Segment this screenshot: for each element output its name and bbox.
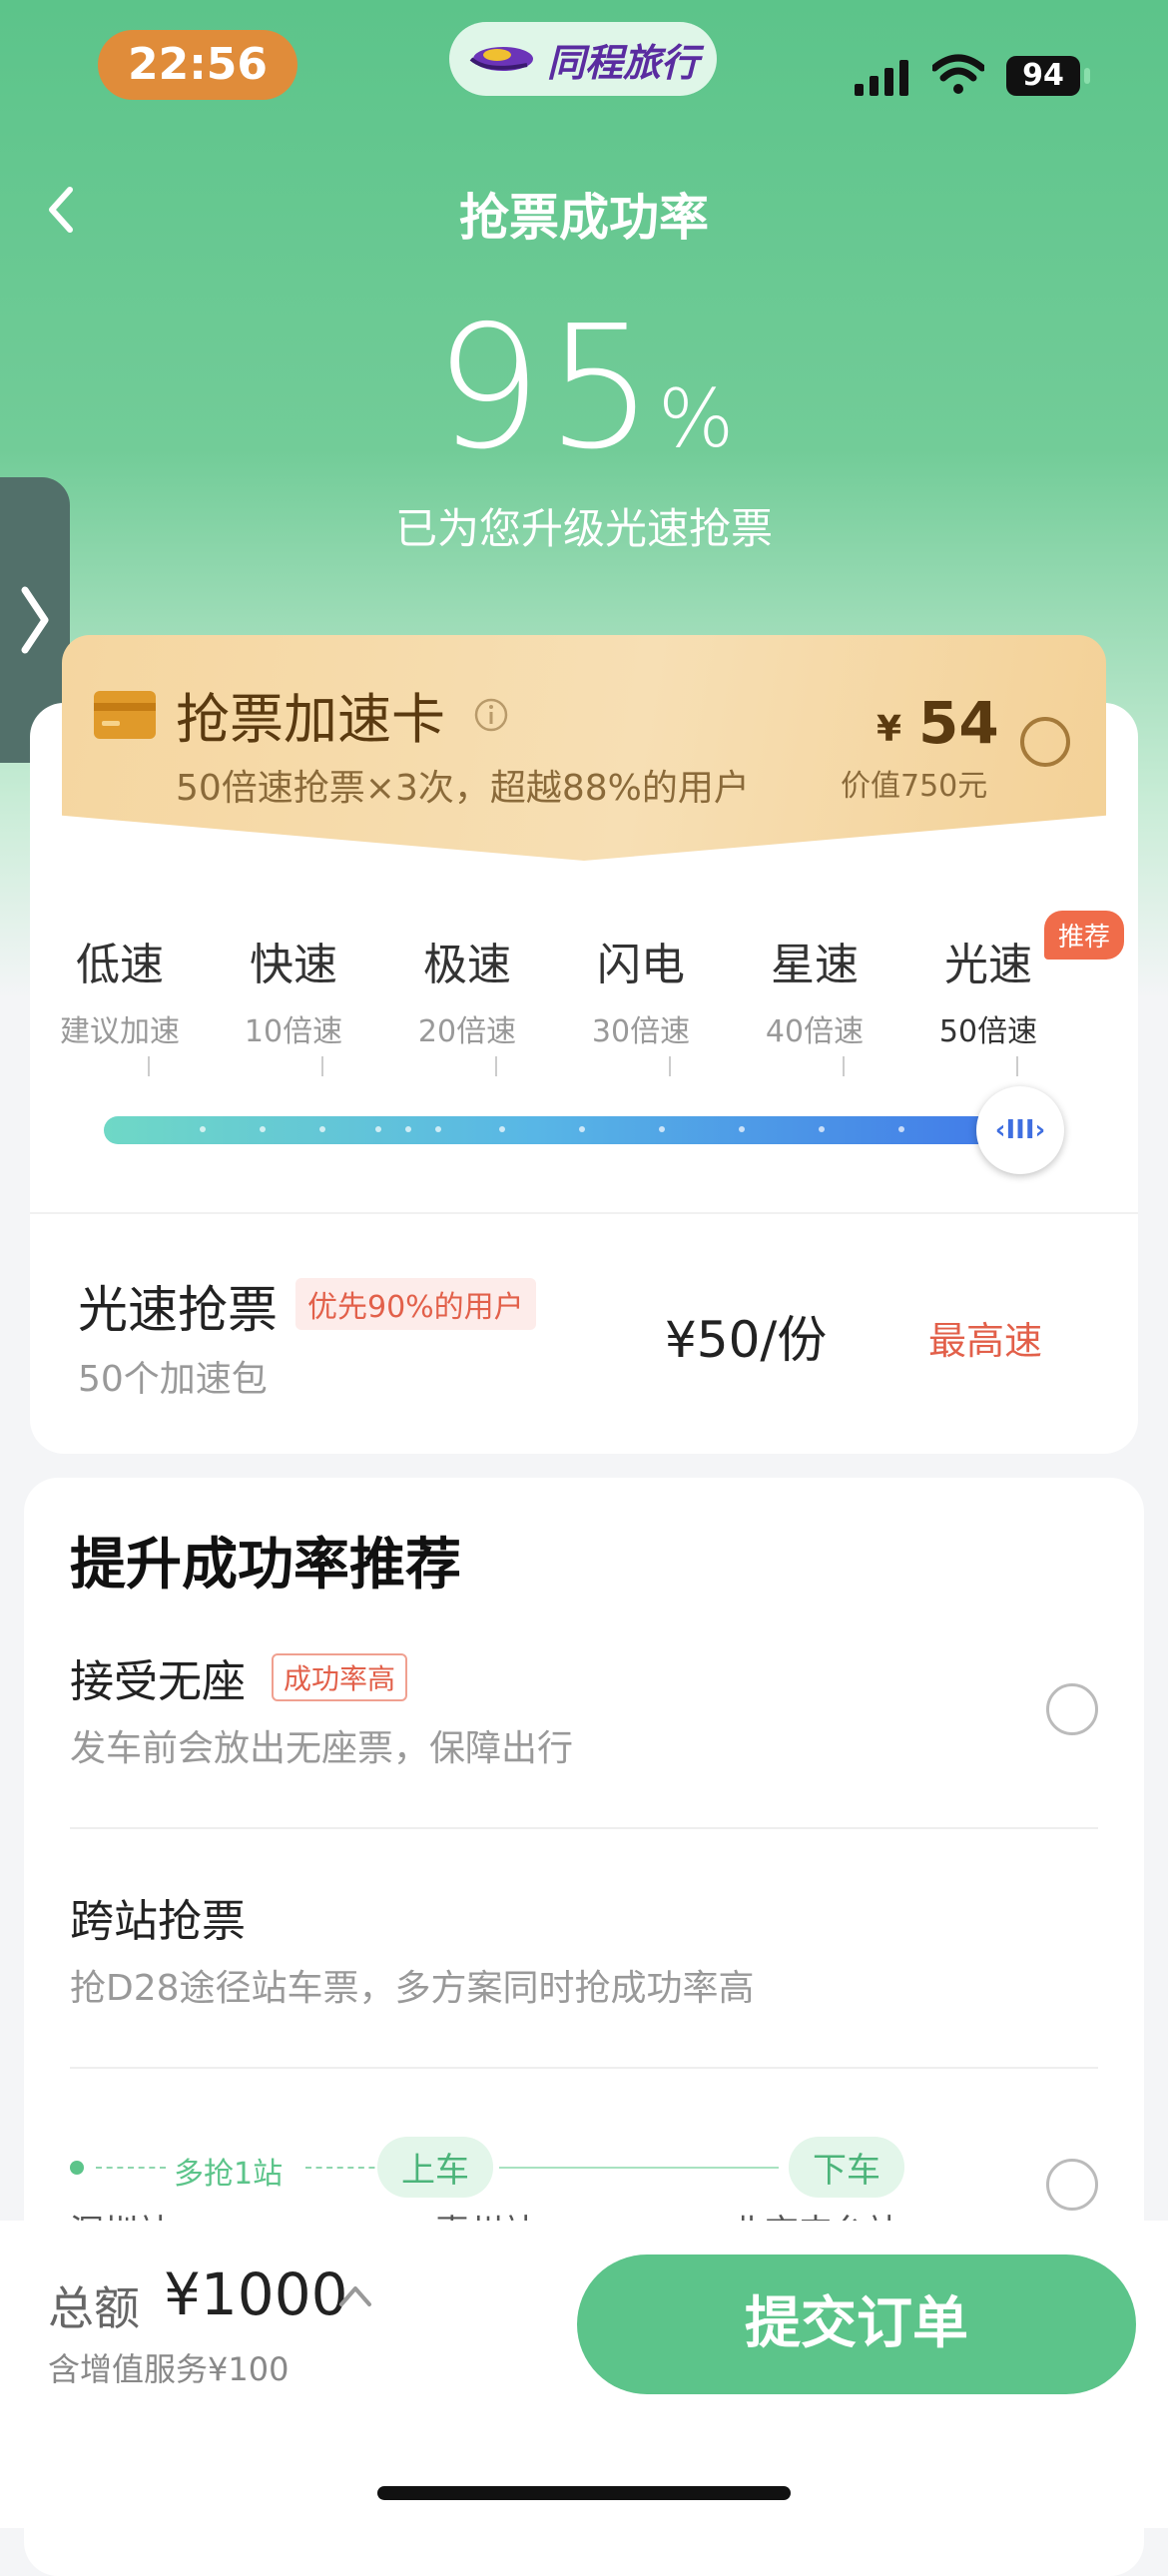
slider-tick — [843, 1056, 845, 1076]
page-title: 抢票成功率 — [459, 189, 709, 247]
battery-tip — [1084, 68, 1090, 84]
slider-tick — [1016, 1056, 1018, 1076]
route-start-dot — [70, 2161, 84, 2175]
speed-level-fast[interactable]: 快速 10倍速 — [207, 929, 380, 1050]
cellular-signal-icon — [855, 60, 908, 96]
speed-level-multiplier: 10倍速 — [244, 1014, 343, 1049]
divider — [30, 1212, 1138, 1214]
brand-logo-icon — [469, 47, 533, 71]
option-no-seat-title[interactable]: 接受无座 — [70, 1645, 246, 1709]
route-dash — [96, 2167, 166, 2169]
option-cross-station-title[interactable]: 跨站抢票 — [70, 1885, 246, 1949]
accel-price-currency: ¥ — [876, 709, 902, 750]
home-indicator — [377, 2486, 791, 2500]
speed-level-light[interactable]: 光速 50倍速 — [901, 929, 1075, 1050]
plan-subtitle: 50个加速包 — [78, 1359, 268, 1400]
speed-level-name: 星速 — [771, 940, 859, 990]
info-icon[interactable] — [473, 697, 509, 733]
slider-dot — [319, 1126, 325, 1132]
option-no-seat-subtitle: 发车前会放出无座票，保障出行 — [70, 1728, 574, 1769]
accel-card-radio[interactable] — [1020, 717, 1070, 767]
slider-dot — [659, 1126, 665, 1132]
slider-tick — [148, 1056, 150, 1076]
speed-level-multiplier: 20倍速 — [417, 1014, 517, 1049]
accel-card-title: 抢票加速卡 — [176, 688, 445, 751]
slider-tick — [495, 1056, 497, 1076]
chevron-right-icon — [21, 586, 49, 654]
slider-dot — [435, 1126, 441, 1132]
accel-worth: 价值750元 — [841, 769, 988, 804]
total-amount[interactable]: ¥1000 — [164, 2260, 348, 2328]
speed-level-name: 快速 — [250, 940, 337, 990]
speed-level-star[interactable]: 星速 40倍速 — [728, 929, 901, 1050]
wifi-icon — [932, 54, 984, 94]
plan-title: 光速抢票 — [78, 1281, 278, 1339]
speed-level-name: 极速 — [423, 940, 511, 990]
speed-level-multiplier: 40倍速 — [765, 1014, 865, 1049]
speed-level-low[interactable]: 低速 建议加速 — [33, 929, 207, 1050]
success-rate-unit: % — [658, 372, 735, 465]
speed-level-lightning[interactable]: 闪电 30倍速 — [554, 929, 728, 1050]
speed-slider-knob[interactable]: ‹III› — [976, 1086, 1064, 1174]
brand-name: 同程旅行 — [546, 40, 699, 85]
divider — [70, 1827, 1098, 1829]
submit-order-button[interactable]: 提交订单 — [577, 2254, 1136, 2394]
plan-speed-label: 最高速 — [928, 1319, 1043, 1363]
speed-level-multiplier: 30倍速 — [591, 1014, 691, 1049]
battery-indicator: 94 — [1006, 56, 1080, 96]
option-cross-station-radio[interactable] — [1046, 2159, 1098, 2211]
slider-dot — [499, 1126, 505, 1132]
speed-level-multiplier: 建议加速 — [60, 1014, 180, 1049]
success-rate: 95% — [0, 290, 1168, 487]
plan-tag: 优先90%的用户 — [295, 1278, 536, 1330]
speed-level-extreme[interactable]: 极速 20倍速 — [380, 929, 554, 1050]
accel-price: 54 — [918, 689, 999, 757]
speed-level-name: 闪电 — [597, 940, 685, 990]
status-time: 22:56 — [98, 30, 297, 100]
speed-level-name: 低速 — [76, 940, 164, 990]
divider — [70, 2067, 1098, 2069]
route-line — [499, 2167, 779, 2169]
speed-levels: 低速 建议加速 快速 10倍速 极速 20倍速 闪电 30倍速 星速 40倍速 … — [30, 929, 1138, 1050]
plan-price: ¥50/份 — [665, 1311, 828, 1369]
slider-dot — [739, 1126, 745, 1132]
route-board-pill: 上车 — [377, 2137, 493, 2198]
route-alight-pill: 下车 — [789, 2137, 904, 2198]
slider-dot — [200, 1126, 206, 1132]
card-icon — [94, 691, 156, 739]
option-no-seat-tag: 成功率高 — [272, 1653, 408, 1701]
rate-subtitle: 已为您升级光速抢票 — [394, 504, 773, 553]
route-extra-label: 多抢1站 — [174, 2157, 284, 2192]
option-cross-station-subtitle: 抢D28途径站车票，多方案同时抢成功率高 — [70, 1968, 755, 2009]
speed-level-multiplier: 50倍速 — [938, 1014, 1038, 1049]
chevron-up-icon[interactable] — [335, 2280, 375, 2310]
slider-tick — [321, 1056, 323, 1076]
success-rate-value: 95 — [433, 290, 659, 487]
option-no-seat-radio[interactable] — [1046, 1683, 1098, 1735]
slider-dot — [405, 1126, 411, 1132]
route-dash — [305, 2167, 385, 2169]
slider-tick — [669, 1056, 671, 1076]
recommendations-title: 提升成功率推荐 — [70, 1533, 461, 1598]
total-note: 含增值服务¥100 — [48, 2350, 290, 2388]
slider-dot — [375, 1126, 381, 1132]
slider-dot — [819, 1126, 825, 1132]
accel-card-subtitle: 50倍速抢票×3次，超越88%的用户 — [176, 768, 750, 809]
slider-dot — [260, 1126, 266, 1132]
slider-dot — [898, 1126, 904, 1132]
slider-dot — [579, 1126, 585, 1132]
total-label: 总额 — [48, 2281, 140, 2335]
speed-level-name: 光速 — [944, 940, 1032, 990]
brand-pill: 同程旅行 — [449, 22, 717, 96]
